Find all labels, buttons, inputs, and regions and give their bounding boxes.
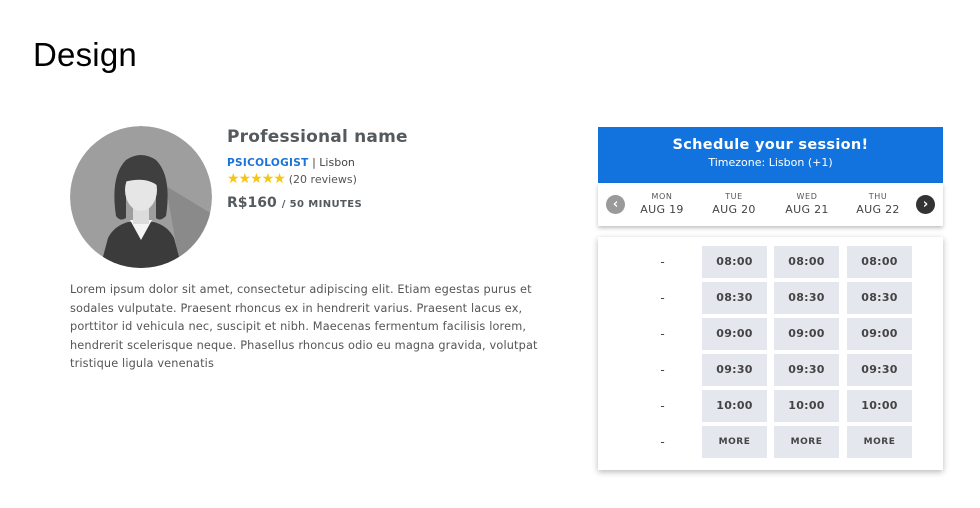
time-slot-button[interactable]: 09:30 [774, 354, 839, 386]
time-slot-button[interactable]: 09:30 [847, 354, 912, 386]
slot-row: - 10:00 10:00 10:00 [598, 390, 943, 422]
time-slot-button[interactable]: 09:30 [702, 354, 767, 386]
professional-role: PSICOLOGIST [227, 157, 309, 169]
time-slot-button[interactable]: 09:00 [847, 318, 912, 350]
slot-row: - 08:30 08:30 08:30 [598, 282, 943, 314]
slot-row: - MORE MORE MORE [598, 426, 943, 458]
time-slot-button[interactable]: 08:00 [774, 246, 839, 278]
time-slot-button[interactable]: 10:00 [847, 390, 912, 422]
star-rating-icon: ★★★★★ [227, 171, 286, 187]
time-slot-button[interactable]: 10:00 [774, 390, 839, 422]
day-name: WED [796, 192, 818, 201]
time-slot-button[interactable]: 08:00 [847, 246, 912, 278]
time-slot-button[interactable]: 09:00 [774, 318, 839, 350]
more-slots-button[interactable]: MORE [702, 426, 767, 458]
professional-location: Lisbon [319, 156, 355, 169]
day-date: AUG 21 [785, 203, 829, 216]
time-slot-button[interactable]: 10:00 [702, 390, 767, 422]
rating: ★★★★★ (20 reviews) [227, 171, 357, 187]
slot-row: - 08:00 08:00 08:00 [598, 246, 943, 278]
day-header[interactable]: TUE AUG 20 [700, 192, 768, 216]
meta-separator: | [308, 156, 320, 169]
price: R$160 / 50 MINUTES [227, 195, 362, 211]
time-slot-button[interactable]: 09:00 [702, 318, 767, 350]
slot-row: - 09:30 09:30 09:30 [598, 354, 943, 386]
chevron-left-icon[interactable]: ‹ [606, 195, 625, 214]
time-slot-button[interactable]: 08:30 [702, 282, 767, 314]
day-header[interactable]: THU AUG 22 [844, 192, 912, 216]
day-name: TUE [725, 192, 743, 201]
professional-meta: PSICOLOGIST | Lisbon [227, 156, 355, 169]
scheduler-title: Schedule your session! [672, 137, 869, 153]
time-slot-button[interactable]: 08:00 [702, 246, 767, 278]
day-date: AUG 22 [856, 203, 900, 216]
more-slots-button[interactable]: MORE [847, 426, 912, 458]
unavailable-slot: - [660, 435, 665, 449]
day-bar: ‹ MON AUG 19 TUE AUG 20 WED AUG 21 THU A… [598, 183, 943, 226]
more-slots-button[interactable]: MORE [774, 426, 839, 458]
day-header[interactable]: WED AUG 21 [773, 192, 841, 216]
page-title: Design [33, 36, 137, 73]
price-amount: R$160 [227, 195, 277, 211]
time-slots-panel: - 08:00 08:00 08:00 - 08:30 08:30 08:30 … [598, 237, 943, 470]
unavailable-slot: - [660, 327, 665, 341]
bio-text: Lorem ipsum dolor sit amet, consectetur … [70, 283, 538, 370]
price-unit: / 50 MINUTES [281, 199, 363, 210]
scheduler: Schedule your session! Timezone: Lisbon … [598, 127, 943, 226]
scheduler-header: Schedule your session! Timezone: Lisbon … [598, 127, 943, 183]
avatar-person-icon [70, 126, 212, 268]
time-slot-button[interactable]: 08:30 [774, 282, 839, 314]
avatar [70, 126, 212, 268]
day-header[interactable]: MON AUG 19 [628, 192, 696, 216]
day-name: MON [651, 192, 673, 201]
day-name: THU [868, 192, 888, 201]
day-date: AUG 19 [640, 203, 684, 216]
time-slot-button[interactable]: 08:30 [847, 282, 912, 314]
unavailable-slot: - [660, 399, 665, 413]
professional-name: Professional name [227, 127, 408, 147]
unavailable-slot: - [660, 255, 665, 269]
chevron-right-icon[interactable]: › [916, 195, 935, 214]
slot-row: - 09:00 09:00 09:00 [598, 318, 943, 350]
unavailable-slot: - [660, 291, 665, 305]
unavailable-slot: - [660, 363, 665, 377]
reviews-count: (20 reviews) [288, 172, 357, 186]
day-date: AUG 20 [712, 203, 756, 216]
scheduler-timezone: Timezone: Lisbon (+1) [708, 156, 833, 169]
